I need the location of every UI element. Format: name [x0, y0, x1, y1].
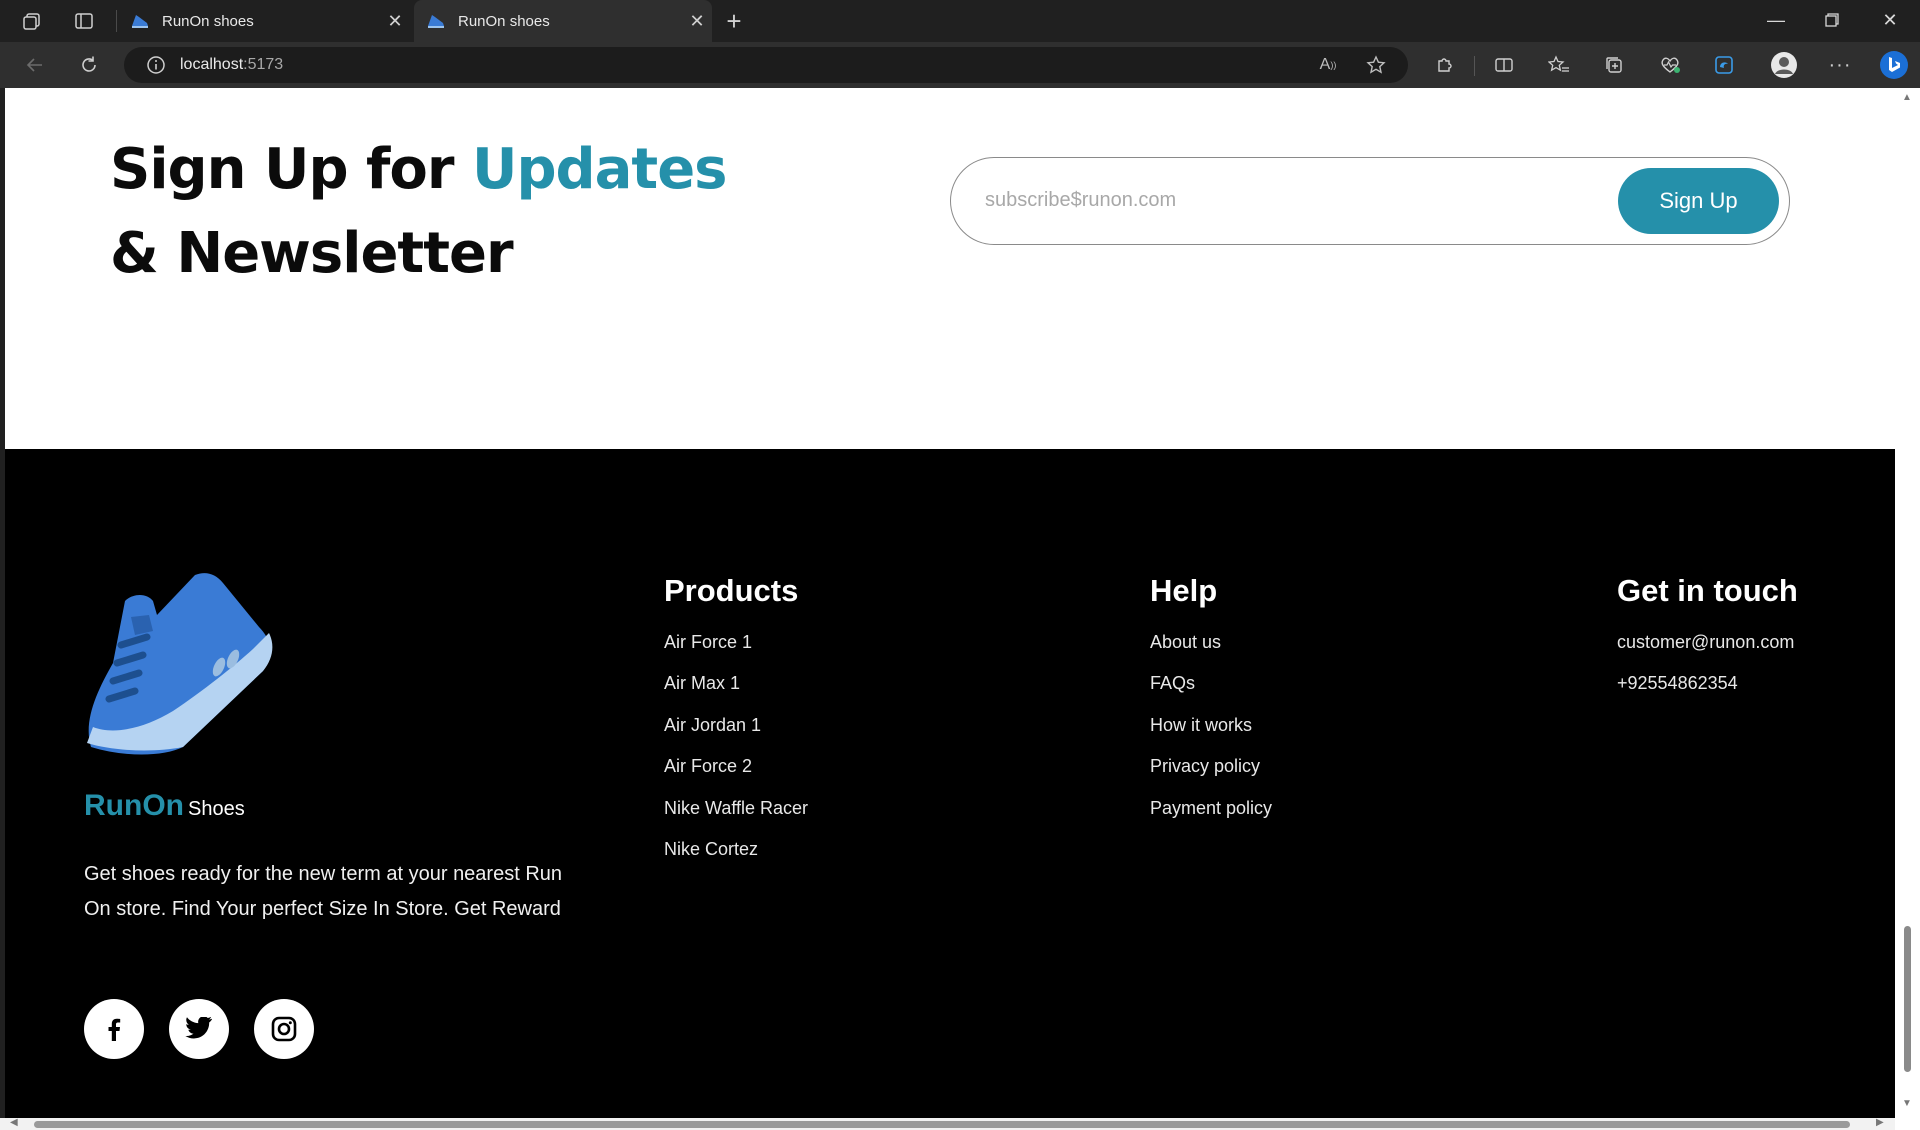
brand-suffix: Shoes: [187, 798, 245, 820]
restore-icon[interactable]: [1804, 0, 1860, 40]
profile-avatar-icon[interactable]: [1766, 50, 1802, 80]
email-subscribe-input[interactable]: [985, 180, 1585, 220]
minimize-icon[interactable]: —: [1748, 0, 1804, 40]
settings-more-icon[interactable]: ···: [1822, 50, 1858, 80]
help-list: About us FAQs How it works Privacy polic…: [1150, 625, 1272, 832]
tab-runon-1[interactable]: RunOn shoes ✕: [118, 0, 410, 42]
scroll-up-arrow-icon[interactable]: ▲: [1902, 92, 1912, 103]
help-heading: Help: [1150, 573, 1218, 608]
read-aloud-icon[interactable]: A)): [1310, 47, 1346, 83]
footer-brand: RunOn Shoes: [84, 789, 245, 823]
newsletter-form: Sign Up: [950, 157, 1790, 245]
shoe-logo-icon: [87, 573, 273, 755]
sign-up-button[interactable]: Sign Up: [1618, 168, 1779, 234]
products-heading: Products: [664, 573, 799, 608]
twitter-icon: [185, 1017, 212, 1039]
collections-icon[interactable]: [1596, 50, 1632, 80]
tab-title: RunOn shoes: [162, 12, 254, 30]
page-viewport: Sign Up for Updates & Newsletter Sign Up…: [5, 88, 1895, 1118]
product-link[interactable]: Air Force 1: [664, 625, 808, 666]
site-footer: RunOn Shoes Get shoes ready for the new t…: [5, 449, 1895, 1118]
products-list: Air Force 1 Air Max 1 Air Jordan 1 Air F…: [664, 625, 808, 873]
product-link[interactable]: Air Jordan 1: [664, 708, 808, 749]
tab-actions-icon[interactable]: [70, 8, 98, 34]
shoe-favicon-icon: [132, 15, 148, 28]
close-tab-icon[interactable]: ✕: [380, 11, 410, 32]
help-link[interactable]: FAQs: [1150, 666, 1272, 707]
footer-description: Get shoes ready for the new term at your…: [84, 863, 563, 920]
url-host: localhost: [180, 56, 244, 73]
vertical-scroll-thumb[interactable]: [1904, 926, 1911, 1072]
product-link[interactable]: Nike Waffle Racer: [664, 791, 808, 832]
facebook-icon: [108, 1018, 121, 1041]
browser-tab-bar: RunOn shoes ✕ RunOn shoes ✕ + — ✕: [0, 0, 1920, 42]
favorites-icon[interactable]: [1541, 50, 1577, 80]
help-link[interactable]: How it works: [1150, 708, 1272, 749]
extensions-icon[interactable]: [1426, 50, 1462, 80]
help-link[interactable]: About us: [1150, 625, 1272, 666]
workspaces-icon[interactable]: [18, 8, 46, 34]
horizontal-scroll-thumb[interactable]: [34, 1121, 1850, 1128]
newsletter-title-part1: Sign Up for: [110, 137, 472, 202]
contact-heading: Get in touch: [1617, 573, 1798, 608]
scroll-right-arrow-icon[interactable]: ▶: [1876, 1117, 1884, 1128]
vertical-scrollbar[interactable]: ▲ ▼: [1895, 88, 1920, 1130]
split-screen-icon[interactable]: [1486, 50, 1522, 80]
product-link[interactable]: Air Force 2: [664, 749, 808, 790]
instagram-link[interactable]: [254, 999, 314, 1059]
newsletter-title: Sign Up for Updates & Newsletter: [110, 128, 727, 296]
contact-email[interactable]: customer@runon.com: [1617, 625, 1794, 666]
help-link[interactable]: Payment policy: [1150, 791, 1272, 832]
newsletter-title-line2: & Newsletter: [110, 221, 514, 286]
edge-drop-icon[interactable]: [1707, 50, 1743, 80]
tab-title: RunOn shoes: [458, 12, 550, 30]
product-link[interactable]: Nike Cortez: [664, 832, 808, 873]
refresh-icon[interactable]: [72, 50, 106, 80]
favorite-star-icon[interactable]: [1358, 47, 1394, 83]
twitter-link[interactable]: [169, 999, 229, 1059]
newsletter-section: Sign Up for Updates & Newsletter Sign Up: [5, 88, 1895, 449]
copilot-icon[interactable]: [1874, 50, 1914, 80]
help-link[interactable]: Privacy policy: [1150, 749, 1272, 790]
product-link[interactable]: Air Max 1: [664, 666, 808, 707]
contact-phone[interactable]: +92554862354: [1617, 666, 1794, 707]
browser-essentials-icon[interactable]: [1652, 50, 1688, 80]
facebook-link[interactable]: [84, 999, 144, 1059]
instagram-icon: [271, 1016, 297, 1042]
brand-name: RunOn: [84, 789, 184, 822]
tab-runon-2[interactable]: RunOn shoes ✕: [414, 0, 712, 42]
browser-toolbar: localhost:5173 A)) ···: [0, 42, 1920, 88]
shoe-favicon-icon: [428, 15, 444, 28]
scroll-down-arrow-icon[interactable]: ▼: [1902, 1098, 1912, 1109]
close-window-icon[interactable]: ✕: [1862, 0, 1918, 40]
close-tab-icon[interactable]: ✕: [682, 11, 712, 32]
url-port: :5173: [243, 56, 284, 73]
scroll-left-arrow-icon[interactable]: ◀: [10, 1117, 18, 1128]
newsletter-title-accent: Updates: [471, 137, 728, 202]
back-icon[interactable]: [18, 50, 52, 80]
new-tab-icon[interactable]: +: [720, 6, 748, 36]
address-bar[interactable]: localhost:5173 A)): [124, 47, 1408, 83]
contact-list: customer@runon.com +92554862354: [1617, 625, 1794, 708]
site-info-icon[interactable]: [146, 55, 166, 75]
horizontal-scrollbar[interactable]: ◀ ▶: [0, 1117, 1895, 1130]
